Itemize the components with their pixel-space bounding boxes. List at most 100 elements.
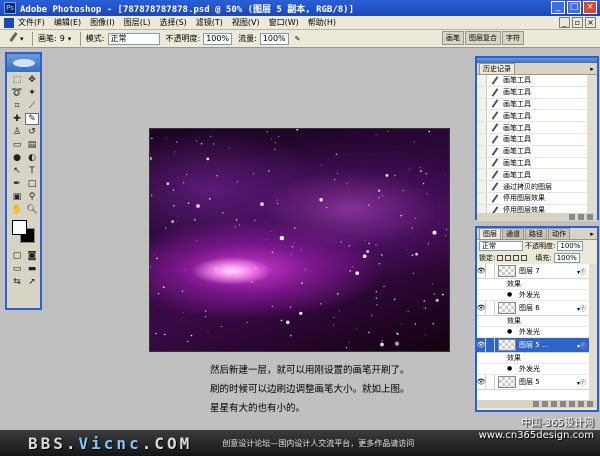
- doc-restore-button[interactable]: ▫: [572, 17, 583, 28]
- link-cell[interactable]: [486, 301, 495, 315]
- eye-icon[interactable]: 👁︎: [477, 375, 486, 389]
- new-snapshot-icon[interactable]: [569, 214, 575, 220]
- pen-tool-icon[interactable]: ✒: [10, 178, 24, 190]
- new-adjustment-icon[interactable]: [569, 401, 575, 407]
- eye-icon[interactable]: 👁︎: [477, 338, 486, 352]
- effects-badge-icon[interactable]: ▾ⓕ: [577, 267, 586, 276]
- eye-icon[interactable]: ●: [507, 328, 516, 337]
- lock-all-icon[interactable]: [521, 255, 528, 261]
- layer-row[interactable]: 👁︎ 图层 6 ▾ⓕ: [477, 301, 589, 316]
- snapshot-source-cell[interactable]: [477, 192, 487, 204]
- menu-window[interactable]: 窗口(W): [269, 17, 299, 28]
- snapshot-source-cell[interactable]: [477, 181, 487, 192]
- lasso-tool-icon[interactable]: ➰: [10, 87, 24, 99]
- outer-glow-row[interactable]: ● 外发光: [477, 364, 589, 375]
- doc-close-button[interactable]: ×: [585, 17, 596, 28]
- add-style-icon[interactable]: [542, 401, 548, 407]
- tab-channels[interactable]: 通道: [502, 228, 524, 239]
- history-item[interactable]: 停用图层效果: [477, 204, 587, 213]
- palette-tab-character[interactable]: 字符: [502, 31, 524, 45]
- snapshot-source-cell[interactable]: [477, 145, 487, 157]
- effects-badge-icon[interactable]: ▾ⓕ: [577, 304, 586, 313]
- quick-mask-icon[interactable]: ◙: [25, 250, 39, 262]
- eraser-tool-icon[interactable]: ▭: [10, 139, 24, 151]
- slice-tool-icon[interactable]: ⟋: [25, 100, 39, 112]
- snapshot-source-cell[interactable]: [477, 86, 487, 98]
- flow-field[interactable]: 100%: [259, 32, 289, 45]
- shape-tool-icon[interactable]: □: [25, 178, 39, 190]
- history-item[interactable]: 画笔工具: [477, 157, 587, 170]
- palette-tab-brushes[interactable]: 画笔: [442, 31, 464, 45]
- notes-tool-icon[interactable]: ▣: [10, 191, 24, 203]
- brush-tool-active-icon[interactable]: ✎: [25, 113, 39, 125]
- brush-tool-icon[interactable]: [6, 32, 20, 46]
- new-document-icon[interactable]: [578, 214, 584, 220]
- palette-tab-layer-comps[interactable]: 图层复合: [465, 31, 501, 45]
- lock-transparency-icon[interactable]: [497, 255, 504, 261]
- eye-icon[interactable]: 👁︎: [477, 301, 486, 315]
- doc-minimize-button[interactable]: _: [559, 17, 570, 28]
- layer-row[interactable]: 👁︎ 图层 7 ▾ⓕ: [477, 264, 589, 279]
- new-layer-icon[interactable]: [578, 401, 584, 407]
- move-tool-icon[interactable]: ✥: [25, 74, 39, 86]
- link-layers-icon[interactable]: [533, 401, 539, 407]
- imageready-icon[interactable]: ➚: [25, 276, 39, 288]
- brush-link-icon[interactable]: [486, 338, 495, 352]
- menu-edit[interactable]: 编辑(E): [54, 17, 81, 28]
- magic-wand-tool-icon[interactable]: ✦: [25, 87, 39, 99]
- eye-icon[interactable]: 👁︎: [477, 264, 486, 278]
- marquee-tool-icon[interactable]: ⬚: [10, 74, 24, 86]
- hand-tool-icon[interactable]: ✋: [10, 204, 24, 216]
- trash-icon[interactable]: [587, 214, 593, 220]
- snapshot-source-cell[interactable]: [477, 98, 487, 110]
- menu-select[interactable]: 选择(S): [159, 17, 186, 28]
- lock-pixels-icon[interactable]: [505, 255, 512, 261]
- chevron-down-icon[interactable]: ▾: [20, 34, 27, 44]
- panel-menu-icon[interactable]: ▸: [587, 64, 597, 74]
- menu-help[interactable]: 帮助(H): [308, 17, 336, 28]
- tab-actions[interactable]: 动作: [548, 228, 570, 239]
- snapshot-source-cell[interactable]: [477, 204, 487, 213]
- snapshot-source-cell[interactable]: [477, 157, 487, 169]
- menu-layer[interactable]: 图层(L): [124, 17, 151, 28]
- layer-opacity-field[interactable]: 100%: [557, 241, 584, 251]
- mode-select[interactable]: 正常: [107, 32, 160, 45]
- snapshot-source-cell[interactable]: [477, 110, 487, 122]
- menu-image[interactable]: 图像(I): [90, 17, 115, 28]
- type-tool-icon[interactable]: T: [25, 165, 39, 177]
- effects-badge-icon[interactable]: ▾ⓕ: [577, 341, 586, 350]
- outer-glow-row[interactable]: ● 外发光: [477, 327, 589, 338]
- maximize-button[interactable]: □: [567, 1, 581, 14]
- history-item[interactable]: 画笔工具: [477, 86, 587, 99]
- menu-file[interactable]: 文件(F): [18, 17, 45, 28]
- lock-position-icon[interactable]: [513, 255, 520, 261]
- blur-tool-icon[interactable]: ●: [10, 152, 24, 164]
- tools-header[interactable]: [7, 54, 40, 72]
- trash-icon[interactable]: [587, 401, 593, 407]
- blend-mode-select[interactable]: 正常: [479, 241, 523, 251]
- new-group-icon[interactable]: [560, 401, 566, 407]
- close-button[interactable]: ×: [583, 1, 597, 14]
- zoom-tool-icon[interactable]: 🔍︎: [25, 204, 39, 216]
- snapshot-source-cell[interactable]: [477, 133, 487, 145]
- outer-glow-row[interactable]: ● 外发光: [477, 290, 589, 301]
- history-item[interactable]: 画笔工具: [477, 145, 587, 158]
- crop-tool-icon[interactable]: ⌗: [10, 100, 24, 112]
- tab-paths[interactable]: 路径: [525, 228, 547, 239]
- eyedropper-tool-icon[interactable]: ⚲: [25, 191, 39, 203]
- eye-icon[interactable]: ●: [507, 291, 516, 300]
- effects-badge-icon[interactable]: ▾ⓕ: [577, 378, 586, 387]
- tab-layers[interactable]: 图层: [479, 228, 501, 239]
- airbrush-icon[interactable]: ✎: [295, 34, 302, 44]
- history-item[interactable]: 画笔工具: [477, 98, 587, 111]
- history-item[interactable]: 画笔工具: [477, 75, 587, 87]
- foreground-color-swatch[interactable]: [12, 220, 27, 235]
- gradient-tool-icon[interactable]: ▤: [25, 139, 39, 151]
- add-mask-icon[interactable]: [551, 401, 557, 407]
- snapshot-source-cell[interactable]: [477, 169, 487, 181]
- stamp-tool-icon[interactable]: ♙: [10, 126, 24, 138]
- healing-brush-tool-icon[interactable]: ✚: [10, 113, 24, 125]
- jump-to-imageready-icon[interactable]: ⇆: [10, 276, 24, 288]
- brush-size-value[interactable]: 9: [60, 34, 65, 43]
- history-item[interactable]: 停用图层效果: [477, 192, 587, 205]
